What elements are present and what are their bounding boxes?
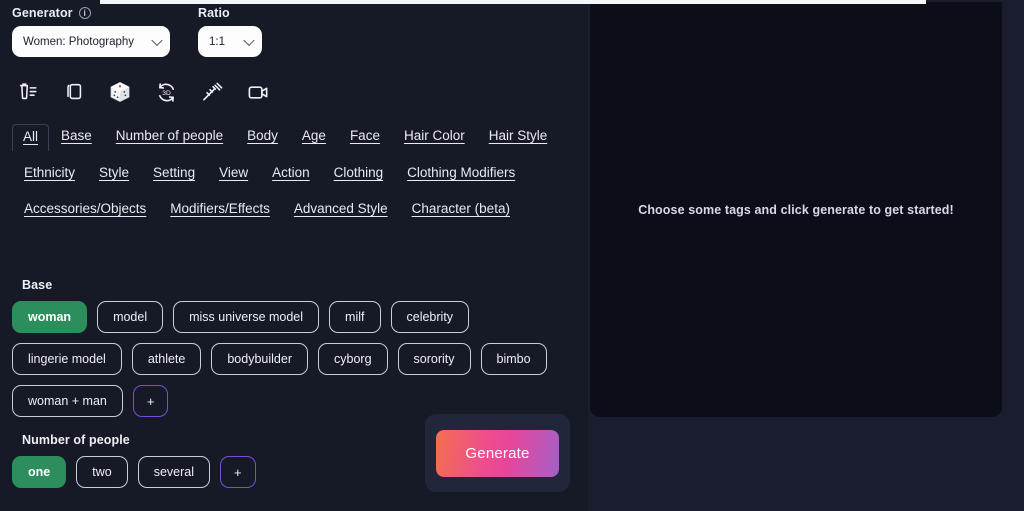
tag-chip-one[interactable]: one <box>12 456 67 488</box>
tab-body[interactable]: Body <box>235 124 290 151</box>
dice-icon[interactable] <box>106 78 134 106</box>
tab-ethnicity[interactable]: Ethnicity <box>12 161 87 187</box>
tab-accessories-objects[interactable]: Accessories/Objects <box>12 197 158 223</box>
tag-chip-milf[interactable]: milf <box>329 301 381 333</box>
tag-chip-woman[interactable]: woman <box>12 301 88 333</box>
video-camera-icon[interactable] <box>244 78 272 106</box>
tab-face[interactable]: Face <box>338 124 392 151</box>
tab-action[interactable]: Action <box>260 161 322 187</box>
tag-chip-celebrity[interactable]: celebrity <box>390 301 470 333</box>
preview-empty-message: Choose some tags and click generate to g… <box>638 202 954 217</box>
tag-chip-lingerie-model[interactable]: lingerie model <box>12 343 122 375</box>
ratio-control: Ratio 1:1 <box>198 6 262 57</box>
tag-chip-miss-universe-model[interactable]: miss universe model <box>173 301 320 333</box>
generator-select[interactable]: Women: Photography <box>12 26 170 57</box>
tab-style[interactable]: Style <box>87 161 141 187</box>
tab-age[interactable]: Age <box>290 124 338 151</box>
generator-label: Generator <box>12 6 73 20</box>
tab-base[interactable]: Base <box>49 124 104 151</box>
clear-list-icon[interactable] <box>14 78 42 106</box>
tab-hair-color[interactable]: Hair Color <box>392 124 477 151</box>
tab-clothing-modifiers[interactable]: Clothing Modifiers <box>395 161 527 187</box>
duplicate-icon[interactable] <box>60 78 88 106</box>
info-circle-icon[interactable]: i <box>78 7 91 19</box>
tag-chip-bodybuilder[interactable]: bodybuilder <box>211 343 308 375</box>
tag-chip-woman-man[interactable]: woman + man <box>12 385 123 417</box>
tag-group: Base woman model miss universe model milf cel… <box>12 278 578 417</box>
add-tag-button[interactable]: + <box>219 456 256 488</box>
generate-button[interactable]: Generate <box>436 429 559 477</box>
generator-control: Generator i Women: Photography <box>12 6 170 57</box>
top-white-strip <box>100 0 926 4</box>
tab-modifiers-effects[interactable]: Modifiers/Effects <box>158 197 282 223</box>
tag-chip-athlete[interactable]: athlete <box>131 343 202 375</box>
ratio-select[interactable]: 1:1 <box>198 26 262 57</box>
tab-character-beta[interactable]: Character (beta) <box>400 197 522 223</box>
tab-advanced-style[interactable]: Advanced Style <box>282 197 400 223</box>
ratio-label-row: Ratio <box>198 6 262 20</box>
magic-wand-icon[interactable] <box>198 78 226 106</box>
tag-chip-cyborg[interactable]: cyborg <box>318 343 388 375</box>
chevron-down-icon <box>151 34 163 46</box>
tab-number-of-people[interactable]: Number of people <box>104 124 235 151</box>
add-tag-button[interactable]: + <box>132 385 169 417</box>
generate-panel: Generate <box>425 414 570 492</box>
rotate-3d-icon[interactable]: 3D <box>152 78 180 106</box>
generator-select-value: Women: Photography <box>23 35 135 48</box>
svg-text:3D: 3D <box>162 89 171 96</box>
tab-view[interactable]: View <box>207 161 260 187</box>
tag-chip-bimbo[interactable]: bimbo <box>480 343 547 375</box>
tag-chip-two[interactable]: two <box>76 456 128 488</box>
tab-all[interactable]: All <box>12 124 50 151</box>
right-preview-panel: Choose some tags and click generate to g… <box>588 0 1024 511</box>
tag-chip-several[interactable]: several <box>137 456 210 488</box>
tag-group-title: Base <box>22 278 53 292</box>
icon-toolbar: 3D <box>14 78 272 106</box>
chevron-down-icon <box>243 34 255 46</box>
tag-chip-list: woman model miss universe model milf celebri… <box>12 301 578 417</box>
category-tabs: All Base Number of people Body Age Face Hair C… <box>12 124 572 223</box>
tab-hair-style[interactable]: Hair Style <box>477 124 560 151</box>
tag-chip-sorority[interactable]: sorority <box>397 343 471 375</box>
preview-area: Choose some tags and click generate to g… <box>590 2 1002 417</box>
controls-row: Generator i Women: Photography Ratio 1:1 <box>12 6 262 57</box>
tag-chip-model[interactable]: model <box>97 301 164 333</box>
ratio-label: Ratio <box>198 6 230 20</box>
generator-label-row: Generator i <box>12 6 170 20</box>
tab-clothing[interactable]: Clothing <box>322 161 396 187</box>
tab-setting[interactable]: Setting <box>141 161 207 187</box>
ratio-select-value: 1:1 <box>209 35 225 48</box>
